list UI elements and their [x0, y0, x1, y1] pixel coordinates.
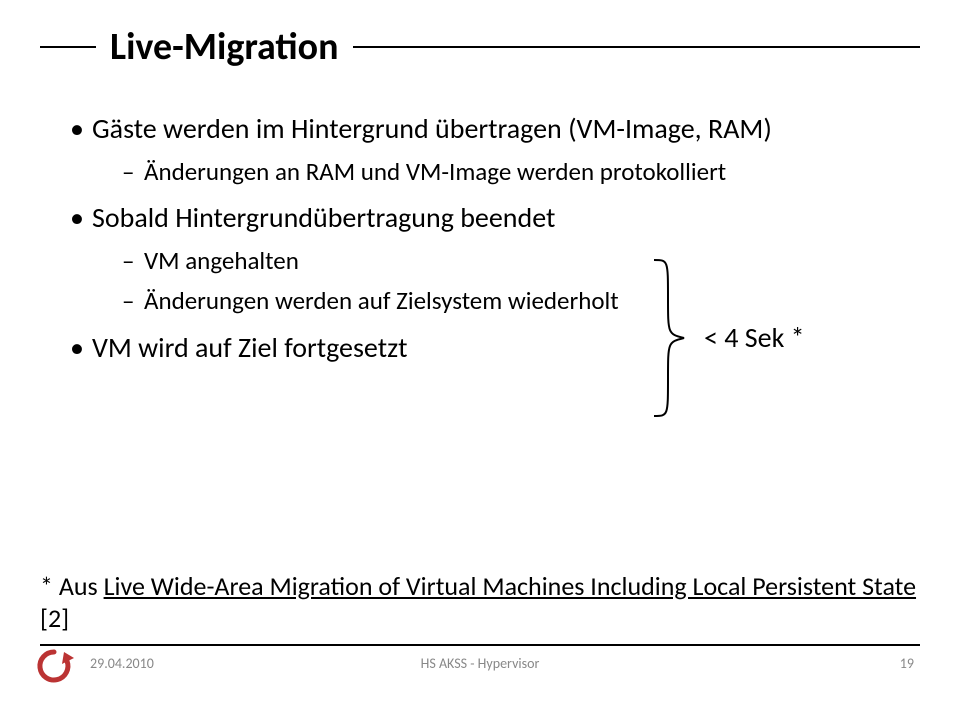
- rule-right: [353, 46, 920, 48]
- slide-header: Live-Migration: [40, 24, 920, 70]
- slide-body: Gäste werden im Hintergrund übertragen (…: [40, 110, 920, 367]
- bullet-3-text: VM wird auf Ziel fortgesetzt: [92, 330, 408, 365]
- bullet-1: Gäste werden im Hintergrund übertragen (…: [70, 110, 920, 189]
- bullet-2-2-text: Änderungen werden auf Zielsystem wiederh…: [144, 285, 619, 316]
- footer-center: HS AKSS - Hypervisor: [40, 655, 920, 672]
- bullet-2-text: Sobald Hintergrundübertragung beendet: [92, 200, 555, 235]
- bullet-1-1-text: Änderungen an RAM und VM-Image werden pr…: [144, 156, 726, 187]
- bracket-annotation: < 4 Sek *: [650, 258, 805, 418]
- slide-footer: 29.04.2010 HS AKSS - Hypervisor 19: [40, 644, 920, 702]
- brace-icon: [650, 258, 686, 418]
- footer-page: 19: [900, 655, 914, 672]
- bullet-1-1: Änderungen an RAM und VM-Image werden pr…: [122, 155, 920, 190]
- footnote-link: Live Wide-Area Migration of Virtual Mach…: [104, 570, 916, 602]
- footnote-prefix: * Aus: [40, 570, 104, 602]
- footnote-suffix: [2]: [40, 602, 69, 634]
- footer-rule: [40, 644, 920, 646]
- bracket-label: < 4 Sek *: [704, 319, 805, 358]
- footnote: * Aus Live Wide-Area Migration of Virtua…: [40, 570, 920, 634]
- bullet-1-text: Gäste werden im Hintergrund übertragen (…: [92, 111, 772, 146]
- rule-left: [40, 46, 96, 48]
- slide-title: Live-Migration: [110, 24, 339, 70]
- bullet-2-1-text: VM angehalten: [144, 245, 299, 276]
